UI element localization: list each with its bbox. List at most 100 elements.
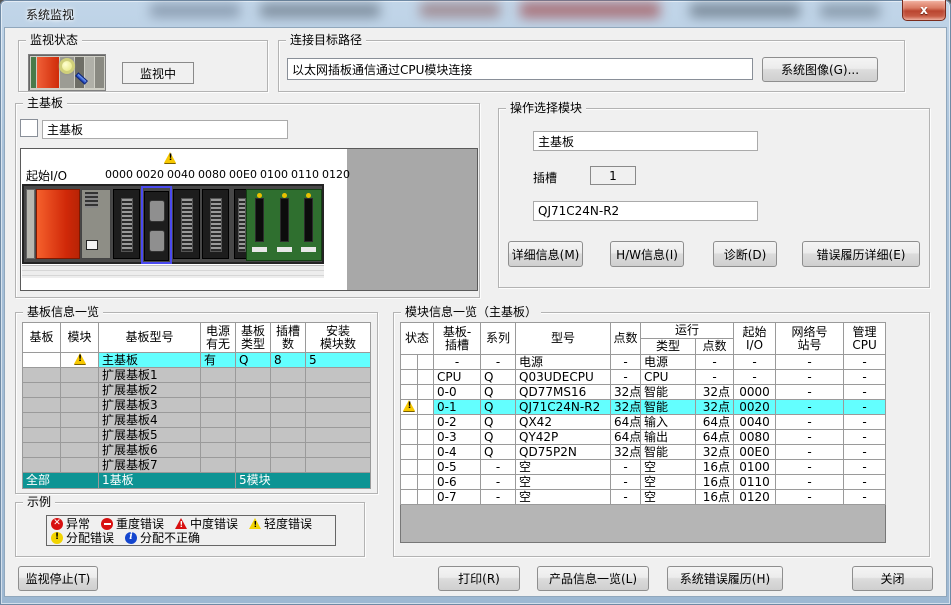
table-row[interactable]: 0-7-空-空16点0120--	[401, 490, 886, 505]
dsub-connector	[149, 200, 165, 222]
close-button[interactable]: x	[902, 0, 946, 21]
connector	[181, 198, 193, 252]
io-address: 0040	[167, 168, 195, 181]
product-info-list-button[interactable]: 产品信息一览(L)	[537, 566, 649, 591]
severe-error-icon	[101, 518, 113, 530]
connection-path-field[interactable]: 以太网插板通信通过CPU模块连接	[287, 58, 753, 80]
base-name-field[interactable]: 主基板	[42, 120, 288, 139]
magnifier-icon	[59, 58, 75, 74]
window-title: 系统监视	[26, 6, 74, 23]
legend-group-label: 示例	[23, 495, 55, 510]
start-io-label: 起始I/O	[26, 167, 67, 184]
close-dialog-button[interactable]: 关闭	[852, 566, 933, 591]
allocation-error-icon: !	[51, 532, 63, 544]
system-monitor-dialog: 系统监视 x 监视状态 监视中 连接目标路径 以太网插板通信通过CPU模块连接 …	[0, 0, 951, 605]
monitor-status-group-label: 监视状态	[26, 33, 82, 48]
hw-info-button[interactable]: H/W信息(I)	[610, 241, 684, 267]
detail-info-button[interactable]: 详细信息(M)	[508, 241, 583, 267]
rack-thumb-base	[31, 57, 36, 88]
moderate-error-icon	[175, 518, 187, 529]
rack-empty-slots[interactable]	[246, 189, 322, 261]
io-address: 00E0	[229, 168, 257, 181]
table-row[interactable]: CPUQQ03UDECPU-CPU----	[401, 370, 886, 385]
warning-icon	[403, 400, 415, 411]
rack-module-power[interactable]	[36, 189, 80, 259]
rack-module-slot1-selected[interactable]	[141, 186, 172, 264]
module-info-table: 状态 基板-插槽 系列 型号 点数 运行 起始I/O 网络号站号 管理CPU 类…	[400, 322, 886, 543]
rack-thumb-module	[95, 57, 104, 88]
connection-path-group-label: 连接目标路径	[286, 33, 366, 48]
slot-label: 插槽	[533, 169, 557, 186]
empty-slot	[296, 190, 321, 260]
error-history-detail-button[interactable]: 错误履历详细(E)	[802, 241, 920, 267]
base-table-summary-row: 全部 1基板 5模块	[23, 473, 371, 489]
titlebar-blur-decoration	[420, 3, 500, 17]
titlebar-blur-decoration	[260, 4, 380, 17]
slot-number-box: 1	[590, 166, 636, 185]
selected-module-group-label: 操作选择模块	[506, 101, 586, 116]
connector	[238, 198, 246, 252]
cpu-detail	[85, 192, 98, 208]
titlebar-blur-decoration	[520, 2, 660, 18]
system-image-button[interactable]: 系统图像(G)...	[762, 57, 878, 82]
rack-module-cpu[interactable]	[81, 189, 111, 259]
start-io-addresses: 0000 0020 0040 0080 00E0 0100 0110 0120	[105, 168, 350, 181]
diagnostics-button[interactable]: 诊断(D)	[713, 241, 777, 267]
table-row[interactable]: 0-0QQD77MS1632点智能32点0000--	[401, 385, 886, 400]
error-x-icon: ✕	[51, 518, 63, 530]
dsub-connector	[149, 230, 165, 252]
table-row[interactable]: 扩展基板6	[23, 443, 371, 458]
warning-icon	[164, 152, 176, 163]
light-error-icon	[249, 518, 261, 529]
table-row[interactable]: 扩展基板7	[23, 458, 371, 473]
io-address: 0080	[198, 168, 226, 181]
stop-monitor-button[interactable]: 监视停止(T)	[18, 566, 98, 591]
main-base-group-label: 主基板	[23, 96, 67, 111]
table-row[interactable]: 0-2QQX4264点输入64点0040--	[401, 415, 886, 430]
table-row[interactable]: 扩展基板2	[23, 383, 371, 398]
legend-box: ✕异常 重度错误 中度错误 轻度错误 !分配错误 i分配不正确	[46, 515, 336, 546]
module-table-empty-area	[401, 505, 886, 543]
cpu-port	[86, 240, 98, 250]
close-icon: x	[920, 4, 928, 16]
io-address: 0000	[105, 168, 133, 181]
table-row[interactable]: 0-3QQY42P64点输出64点0080--	[401, 430, 886, 445]
rack-module-slot0[interactable]	[113, 189, 140, 259]
table-row[interactable]: 0-6-空-空16点0110--	[401, 475, 886, 490]
table-row[interactable]: 扩展基板5	[23, 428, 371, 443]
io-address: 0100	[260, 168, 288, 181]
selected-model-field: QJ71C24N-R2	[533, 201, 758, 221]
empty-slot	[272, 190, 297, 260]
print-button[interactable]: 打印(R)	[438, 566, 520, 591]
system-error-history-button[interactable]: 系统错误履历(H)	[667, 566, 783, 591]
rack-thumb-module	[85, 57, 94, 88]
io-address: 0120	[322, 168, 350, 181]
selected-base-field: 主基板	[533, 131, 758, 151]
rack-shelf-lines	[22, 265, 324, 278]
rack-module-slot2[interactable]	[173, 189, 200, 259]
titlebar-blur-decoration	[150, 4, 240, 17]
connector	[210, 198, 222, 252]
monitor-status-icon	[28, 54, 106, 91]
io-address: 0110	[291, 168, 319, 181]
connection-path-text: 以太网插板通信通过CPU模块连接	[292, 61, 472, 78]
selected-module-body	[144, 191, 169, 261]
table-row-selected[interactable]: 0-1QQJ71C24N-R232点智能32点0020--	[401, 400, 886, 415]
base-info-group-label: 基板信息一览	[23, 305, 103, 320]
io-address: 0020	[136, 168, 164, 181]
base-select-box[interactable]	[20, 119, 38, 137]
table-row[interactable]: --电源-电源----	[401, 355, 886, 370]
rack-module-slot3[interactable]	[202, 189, 229, 259]
table-row[interactable]: 0-5-空-空16点0100--	[401, 460, 886, 475]
table-row[interactable]: 扩展基板3	[23, 398, 371, 413]
connector	[121, 198, 133, 252]
empty-slot	[247, 190, 272, 260]
table-row[interactable]: 扩展基板4	[23, 413, 371, 428]
rack-graphic	[22, 184, 324, 264]
table-row[interactable]: 扩展基板1	[23, 368, 371, 383]
rack-base-strip	[26, 189, 35, 259]
table-row[interactable]: 主基板 有 Q 8 5	[23, 353, 371, 368]
module-table-header: 状态 基板-插槽 系列 型号 点数 运行 起始I/O 网络号站号 管理CPU	[401, 323, 886, 339]
module-info-group-label: 模块信息一览（主基板）	[401, 305, 541, 320]
table-row[interactable]: 0-4QQD75P2N32点智能32点00E0--	[401, 445, 886, 460]
